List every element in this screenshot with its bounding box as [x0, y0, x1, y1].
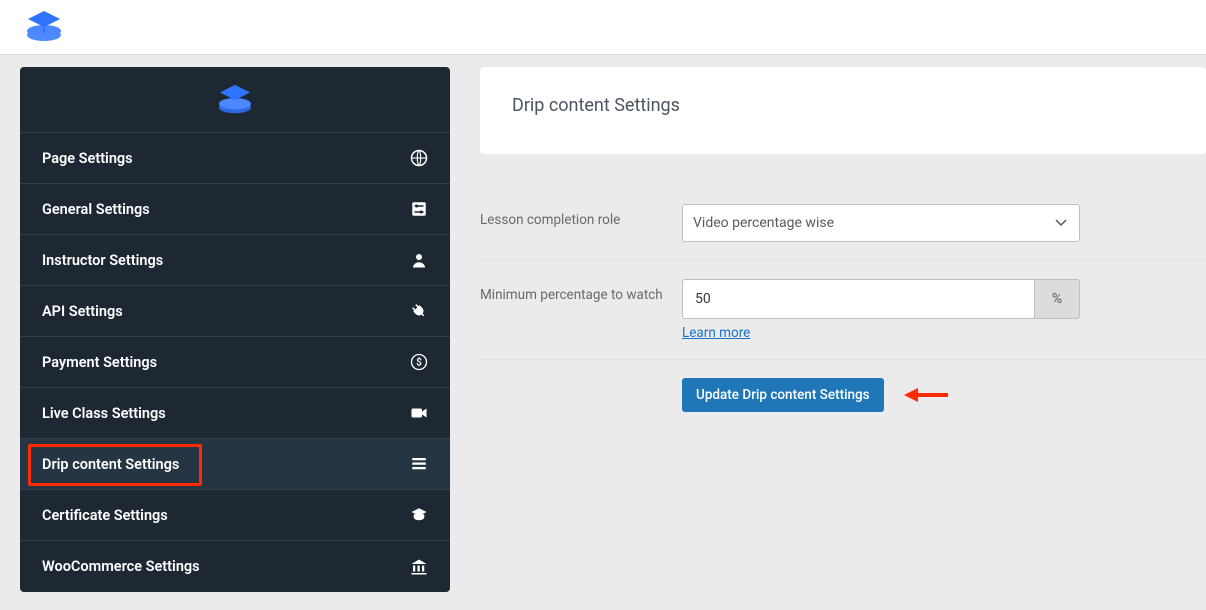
- sidebar-logo: [20, 67, 450, 133]
- grad-cap-icon: [410, 506, 428, 524]
- sidebar-item-certificate-settings[interactable]: Certificate Settings: [20, 490, 450, 541]
- panel-title: Drip content Settings: [512, 95, 1174, 116]
- sidebar-item-live-class-settings[interactable]: Live Class Settings: [20, 388, 450, 439]
- sidebar-item-payment-settings[interactable]: Payment Settings $: [20, 337, 450, 388]
- sidebar-item-label: Instructor Settings: [42, 252, 163, 269]
- sliders-icon: [410, 200, 428, 218]
- dollar-icon: $: [410, 353, 428, 371]
- min-percentage-input[interactable]: [682, 279, 1034, 319]
- settings-panel: Lesson completion role Video percentage …: [480, 186, 1206, 412]
- sidebar: Page Settings General Settings Instructo…: [20, 67, 450, 592]
- form-row-min-percentage: Minimum percentage to watch % Learn more: [480, 261, 1206, 360]
- sidebar-item-label: API Settings: [42, 303, 123, 320]
- topbar: [0, 0, 1206, 55]
- sidebar-item-instructor-settings[interactable]: Instructor Settings: [20, 235, 450, 286]
- top-logo: [20, 9, 68, 45]
- list-icon: [410, 455, 428, 473]
- sidebar-item-drip-content-settings[interactable]: Drip content Settings: [20, 439, 450, 490]
- form-row-lesson-completion: Lesson completion role Video percentage …: [480, 186, 1206, 261]
- video-icon: [410, 404, 428, 422]
- sidebar-item-label: Page Settings: [42, 150, 133, 167]
- sidebar-item-label: General Settings: [42, 201, 150, 218]
- svg-text:$: $: [416, 357, 422, 368]
- sidebar-item-label: Certificate Settings: [42, 507, 168, 524]
- sidebar-item-api-settings[interactable]: API Settings: [20, 286, 450, 337]
- label-lesson-completion: Lesson completion role: [480, 204, 682, 228]
- user-icon: [410, 251, 428, 269]
- bank-icon: [410, 558, 428, 576]
- lesson-completion-select[interactable]: Video percentage wise: [682, 204, 1080, 242]
- sidebar-item-label: WooCommerce Settings: [42, 558, 200, 575]
- sidebar-item-label: Payment Settings: [42, 354, 157, 371]
- globe-icon: [410, 149, 428, 167]
- sidebar-item-woocommerce-settings[interactable]: WooCommerce Settings: [20, 541, 450, 592]
- panel-header: Drip content Settings: [480, 67, 1206, 154]
- sidebar-item-label: Live Class Settings: [42, 405, 166, 422]
- percent-addon: %: [1034, 279, 1080, 319]
- plug-icon: [410, 302, 428, 320]
- sidebar-item-label: Drip content Settings: [42, 456, 179, 473]
- learn-more-link[interactable]: Learn more: [682, 325, 750, 341]
- arrow-icon: [904, 388, 948, 402]
- update-drip-button[interactable]: Update Drip content Settings: [682, 378, 884, 412]
- sidebar-item-page-settings[interactable]: Page Settings: [20, 133, 450, 184]
- sidebar-item-general-settings[interactable]: General Settings: [20, 184, 450, 235]
- label-min-percentage: Minimum percentage to watch: [480, 279, 682, 303]
